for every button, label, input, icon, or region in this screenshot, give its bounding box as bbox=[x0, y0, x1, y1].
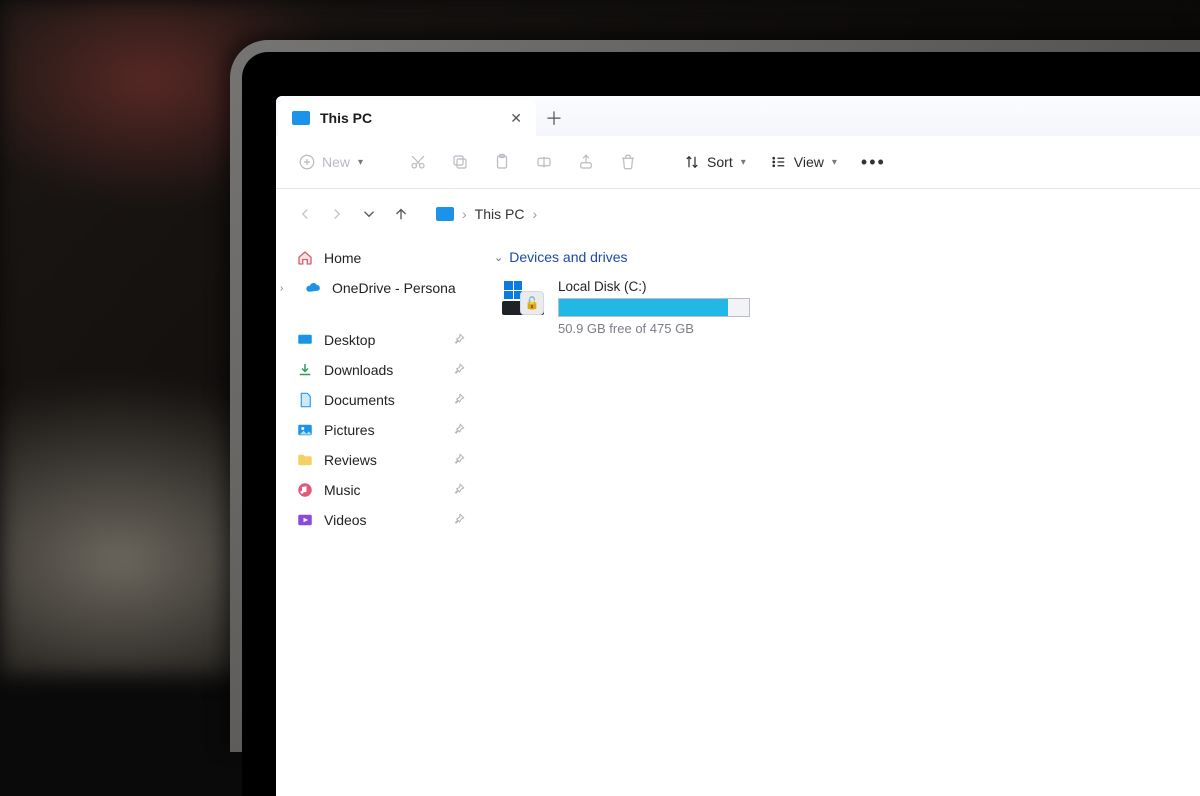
sidebar-item-label: Downloads bbox=[324, 362, 393, 378]
paste-button[interactable] bbox=[483, 147, 521, 177]
drive-icon: 🔓 bbox=[502, 279, 544, 315]
breadcrumb-separator-icon: › bbox=[462, 206, 467, 222]
file-explorer-window: This PC ✕ ＋ New ▾ bbox=[276, 96, 1200, 796]
this-pc-icon bbox=[292, 111, 310, 125]
chevron-down-icon: ▾ bbox=[741, 157, 746, 168]
copy-button[interactable] bbox=[441, 147, 479, 177]
pin-icon[interactable] bbox=[452, 392, 466, 409]
pin-icon[interactable] bbox=[452, 332, 466, 349]
plus-circle-icon bbox=[298, 153, 316, 171]
close-tab-icon[interactable]: ✕ bbox=[510, 110, 522, 127]
tab-this-pc[interactable]: This PC ✕ bbox=[278, 100, 536, 136]
sidebar-item-documents[interactable]: Documents bbox=[276, 385, 476, 415]
new-button[interactable]: New ▾ bbox=[288, 147, 373, 177]
pin-icon[interactable] bbox=[452, 482, 466, 499]
bitlocker-lock-icon: 🔓 bbox=[520, 291, 544, 315]
pin-icon[interactable] bbox=[452, 422, 466, 439]
forward-button[interactable] bbox=[324, 201, 350, 227]
sidebar-item-reviews[interactable]: Reviews bbox=[276, 445, 476, 475]
cut-button[interactable] bbox=[399, 147, 437, 177]
section-label: Devices and drives bbox=[509, 249, 627, 265]
sidebar-item-label: Reviews bbox=[324, 452, 377, 468]
sidebar-item-label: Pictures bbox=[324, 422, 375, 438]
sort-icon bbox=[683, 153, 701, 171]
sidebar-item-home[interactable]: Home bbox=[276, 243, 476, 273]
arrow-up-icon bbox=[392, 205, 410, 223]
chevron-down-icon: ⌄ bbox=[494, 251, 503, 264]
arrow-left-icon bbox=[296, 205, 314, 223]
section-devices-and-drives[interactable]: ⌄ Devices and drives bbox=[494, 245, 1200, 275]
pin-icon[interactable] bbox=[452, 362, 466, 379]
sidebar-item-desktop[interactable]: Desktop bbox=[276, 325, 476, 355]
chevron-down-icon: ▾ bbox=[358, 157, 363, 168]
documents-icon bbox=[296, 391, 314, 409]
sidebar-item-label: Music bbox=[324, 482, 361, 498]
drive-local-disk-c[interactable]: 🔓 Local Disk (C:) 50.9 GB free of 475 GB bbox=[494, 275, 810, 340]
cut-icon bbox=[409, 153, 427, 171]
recent-button[interactable] bbox=[356, 201, 382, 227]
downloads-icon bbox=[296, 361, 314, 379]
trash-icon bbox=[619, 153, 637, 171]
new-label: New bbox=[322, 154, 350, 170]
sort-label: Sort bbox=[707, 154, 733, 170]
home-icon bbox=[296, 249, 314, 267]
rename-button[interactable] bbox=[525, 147, 563, 177]
drive-usage-bar bbox=[558, 298, 750, 317]
new-tab-button[interactable]: ＋ bbox=[536, 100, 572, 136]
tab-bar: This PC ✕ ＋ bbox=[276, 96, 1200, 136]
pin-icon[interactable] bbox=[452, 512, 466, 529]
toolbar: New ▾ bbox=[276, 136, 1200, 189]
up-button[interactable] bbox=[388, 201, 414, 227]
sidebar-item-videos[interactable]: Videos bbox=[276, 505, 476, 535]
sidebar-item-pictures[interactable]: Pictures bbox=[276, 415, 476, 445]
more-button[interactable]: ••• bbox=[851, 148, 896, 177]
pictures-icon bbox=[296, 421, 314, 439]
delete-button[interactable] bbox=[609, 147, 647, 177]
share-icon bbox=[577, 153, 595, 171]
drive-name: Local Disk (C:) bbox=[558, 279, 750, 294]
address-bar: › This PC › bbox=[276, 189, 1200, 239]
sidebar-item-label: Home bbox=[324, 250, 361, 266]
breadcrumb-root[interactable]: This PC bbox=[475, 206, 525, 222]
videos-icon bbox=[296, 511, 314, 529]
chevron-down-icon bbox=[360, 205, 378, 223]
copy-icon bbox=[451, 153, 469, 171]
view-button[interactable]: View ▾ bbox=[760, 147, 847, 177]
sidebar: Home › OneDrive - Persona bbox=[276, 239, 476, 796]
content-pane: ⌄ Devices and drives 🔓 Local Disk (C:) bbox=[476, 239, 1200, 796]
chevron-down-icon: ▾ bbox=[832, 157, 837, 168]
sidebar-item-music[interactable]: Music bbox=[276, 475, 476, 505]
rename-icon bbox=[535, 153, 553, 171]
sidebar-item-onedrive[interactable]: › OneDrive - Persona bbox=[276, 273, 476, 303]
view-label: View bbox=[794, 154, 824, 170]
drive-free-text: 50.9 GB free of 475 GB bbox=[558, 321, 750, 336]
paste-icon bbox=[493, 153, 511, 171]
sort-button[interactable]: Sort ▾ bbox=[673, 147, 756, 177]
share-button[interactable] bbox=[567, 147, 605, 177]
chevron-right-icon[interactable]: › bbox=[280, 283, 283, 294]
sidebar-item-label: Documents bbox=[324, 392, 395, 408]
view-icon bbox=[770, 153, 788, 171]
sidebar-item-downloads[interactable]: Downloads bbox=[276, 355, 476, 385]
pin-icon[interactable] bbox=[452, 452, 466, 469]
sidebar-item-label: Desktop bbox=[324, 332, 375, 348]
arrow-right-icon bbox=[328, 205, 346, 223]
cloud-icon bbox=[304, 279, 322, 297]
music-icon bbox=[296, 481, 314, 499]
this-pc-icon bbox=[436, 207, 454, 221]
folder-icon bbox=[296, 451, 314, 469]
desktop-icon bbox=[296, 331, 314, 349]
sidebar-item-label: OneDrive - Persona bbox=[332, 280, 456, 296]
breadcrumb-separator-icon: › bbox=[532, 206, 537, 222]
sidebar-item-label: Videos bbox=[324, 512, 367, 528]
back-button[interactable] bbox=[292, 201, 318, 227]
tab-title: This PC bbox=[320, 110, 500, 126]
